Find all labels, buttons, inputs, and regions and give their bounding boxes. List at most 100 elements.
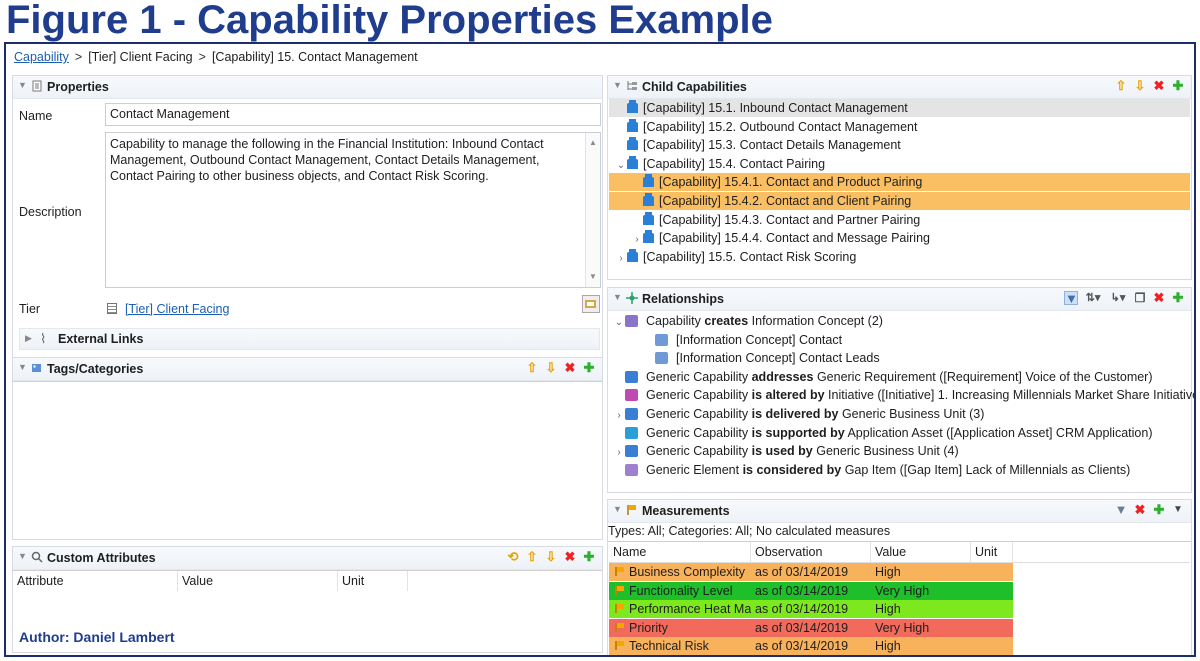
delete-icon[interactable]: ✖ (563, 550, 577, 564)
tree-item[interactable]: [Capability] 15.4.3. Contact and Partner… (609, 211, 1190, 229)
author-credit: Author: Daniel Lambert (19, 629, 175, 645)
table-row[interactable]: Performance Heat Map as of 03/14/2019 High (609, 600, 1013, 619)
move-up-icon[interactable]: ⇧ (525, 550, 539, 564)
tree-item[interactable]: [Capability] 15.3. Contact Details Manag… (609, 136, 1190, 154)
child-capabilities-header[interactable]: ▼ Child Capabilities ⇧ ⇩ ✖ ✚ (608, 76, 1191, 99)
collapse-icon[interactable]: ▼ (613, 292, 622, 302)
move-down-icon[interactable]: ⇩ (544, 550, 558, 564)
tags-list[interactable] (13, 381, 602, 539)
table-row[interactable]: Priority as of 03/14/2019 Very High (609, 618, 1013, 637)
measurements-header[interactable]: ▼ Measurements ▼ ✖ ✚ ▼ (608, 500, 1191, 523)
hierarchy-view-icon[interactable]: ↳▾ (1108, 291, 1128, 305)
name-field[interactable]: Contact Management (105, 103, 601, 126)
properties-header[interactable]: ▼ Properties (13, 76, 602, 99)
tags-panel: ▼ Tags/Categories ⇧ ⇩ ✖ ✚ (12, 357, 603, 540)
expand-icon[interactable]: ▶ (25, 333, 32, 344)
relationship-object: Initiative ([Initiative] 1. Increasing M… (824, 388, 1196, 403)
move-up-icon[interactable]: ⇧ (1114, 79, 1128, 93)
table-row[interactable]: Technical Risk as of 03/14/2019 High (609, 637, 1013, 655)
relationship-item[interactable]: › Generic Capability is used by Generic B… (609, 442, 1190, 460)
column-header-unit[interactable]: Unit (971, 542, 1013, 562)
filter-icon[interactable]: ▼ (1064, 291, 1078, 306)
measurements-title: Measurements (642, 504, 730, 518)
tree-item-label: [Capability] 15.4.2. Contact and Client … (659, 194, 912, 208)
collapsed-arrow-icon[interactable]: › (615, 250, 627, 268)
collapse-icon[interactable]: ▼ (18, 551, 27, 561)
collapsed-arrow-icon[interactable]: › (613, 444, 625, 462)
add-icon[interactable]: ✚ (582, 361, 596, 375)
measurements-rows: Business Complexity as of 03/14/2019 High F… (608, 563, 1191, 655)
move-up-icon[interactable]: ⇧ (525, 361, 539, 375)
description-text: Capability to manage the following in th… (110, 137, 544, 183)
tag-icon (32, 364, 41, 372)
move-down-icon[interactable]: ⇩ (544, 361, 558, 375)
sort-icon[interactable]: ⇅▾ (1083, 291, 1103, 305)
collapse-icon[interactable]: ▼ (18, 362, 27, 372)
move-down-icon[interactable]: ⇩ (1133, 79, 1147, 93)
copy-icon[interactable]: ❐ (1133, 291, 1147, 305)
custom-attributes-header[interactable]: ▼ Custom Attributes ⟲ ⇧ ⇩ ✖ ✚ (13, 547, 602, 570)
filter-icon[interactable]: ▼ (1114, 503, 1128, 517)
relationship-item[interactable]: Generic Capability addresses Generic Req… (609, 368, 1190, 386)
tier-link[interactable]: [Tier] Client Facing (125, 302, 229, 316)
measurement-flag-icon (615, 604, 625, 614)
relationship-item[interactable]: [Information Concept] Contact (609, 331, 1190, 349)
tree-item[interactable]: › [Capability] 15.4.4. Contact and Messag… (609, 229, 1190, 247)
collapsed-arrow-icon[interactable]: › (631, 231, 643, 249)
relationship-item[interactable]: Generic Capability is altered by Initiat… (609, 386, 1194, 404)
relationship-item[interactable]: Generic Capability is supported by Appli… (609, 424, 1190, 442)
breadcrumb-root-link[interactable]: Capability (14, 50, 69, 64)
collapse-icon[interactable]: ▼ (613, 504, 622, 514)
expanded-arrow-icon[interactable]: ⌄ (615, 157, 627, 175)
description-scrollbar[interactable]: ▲ ▼ (585, 133, 600, 287)
relationship-item[interactable]: ⌄ Capability creates Information Concept … (609, 312, 1190, 330)
table-row[interactable]: Functionality Level as of 03/14/2019 Very … (609, 581, 1013, 600)
relationships-header[interactable]: ▼ Relationships ▼ ⇅▾ ↳▾ ❐ ✖ ✚ (608, 288, 1191, 311)
column-header-name[interactable]: Name (609, 542, 751, 562)
add-icon[interactable]: ✚ (1152, 503, 1166, 517)
tree-item[interactable]: ⌄ [Capability] 15.4. Contact Pairing (609, 155, 1190, 173)
column-header-value[interactable]: Value (871, 542, 971, 562)
breadcrumb-tier[interactable]: [Tier] Client Facing (88, 50, 192, 64)
delete-icon[interactable]: ✖ (1152, 79, 1166, 93)
column-header-value[interactable]: Value (178, 571, 338, 591)
cell-name: Business Complexity (609, 563, 751, 581)
column-header-observation[interactable]: Observation (751, 542, 871, 562)
tags-header[interactable]: ▼ Tags/Categories ⇧ ⇩ ✖ ✚ (13, 358, 602, 381)
refresh-icon[interactable]: ⟲ (506, 550, 520, 564)
add-icon[interactable]: ✚ (1171, 291, 1185, 305)
delete-icon[interactable]: ✖ (1152, 291, 1166, 305)
column-header-attribute[interactable]: Attribute (13, 571, 178, 591)
measurement-flag-icon (615, 622, 625, 632)
properties-icon (32, 80, 42, 92)
tree-item[interactable]: › [Capability] 15.5. Contact Risk Scoring (609, 248, 1190, 266)
collapsed-arrow-icon[interactable]: › (613, 407, 625, 425)
add-icon[interactable]: ✚ (582, 550, 596, 564)
table-row[interactable]: Business Complexity as of 03/14/2019 High (609, 563, 1013, 581)
tier-select-button[interactable] (582, 295, 600, 313)
description-field[interactable]: Capability to manage the following in th… (105, 132, 601, 288)
delete-icon[interactable]: ✖ (563, 361, 577, 375)
relationship-type-icon (625, 315, 638, 327)
tree-item[interactable]: [Capability] 15.4.2. Contact and Client … (609, 192, 1190, 210)
tree-item[interactable]: [Capability] 15.4.1. Contact and Product… (609, 173, 1190, 192)
cell-text: as of 03/14/2019 (755, 639, 849, 654)
cell-text: Functionality Level (629, 583, 733, 598)
external-links-header[interactable]: ▶ ⌇ External Links (19, 328, 600, 350)
measurement-flag-icon (615, 641, 625, 651)
cell-unit (971, 563, 1013, 581)
add-icon[interactable]: ✚ (1171, 79, 1185, 93)
relationship-item[interactable]: Generic Element is considered by Gap Ite… (609, 461, 1190, 479)
relationship-object: Generic Business Unit (4) (812, 444, 959, 459)
relationship-item[interactable]: › Generic Capability is delivered by Gene… (609, 405, 1190, 423)
collapse-icon[interactable]: ▼ (18, 80, 27, 90)
expanded-arrow-icon[interactable]: ⌄ (613, 314, 625, 332)
collapse-icon[interactable]: ▼ (613, 80, 622, 90)
delete-icon[interactable]: ✖ (1133, 503, 1147, 517)
tree-item[interactable]: [Capability] 15.1. Inbound Contact Manag… (609, 99, 1190, 117)
relationship-item[interactable]: [Information Concept] Contact Leads (609, 349, 1190, 367)
capability-icon (643, 230, 654, 244)
column-header-unit[interactable]: Unit (338, 571, 408, 591)
tree-item[interactable]: [Capability] 15.2. Outbound Contact Mana… (609, 118, 1190, 136)
chevron-down-icon[interactable]: ▼ (1171, 503, 1185, 517)
